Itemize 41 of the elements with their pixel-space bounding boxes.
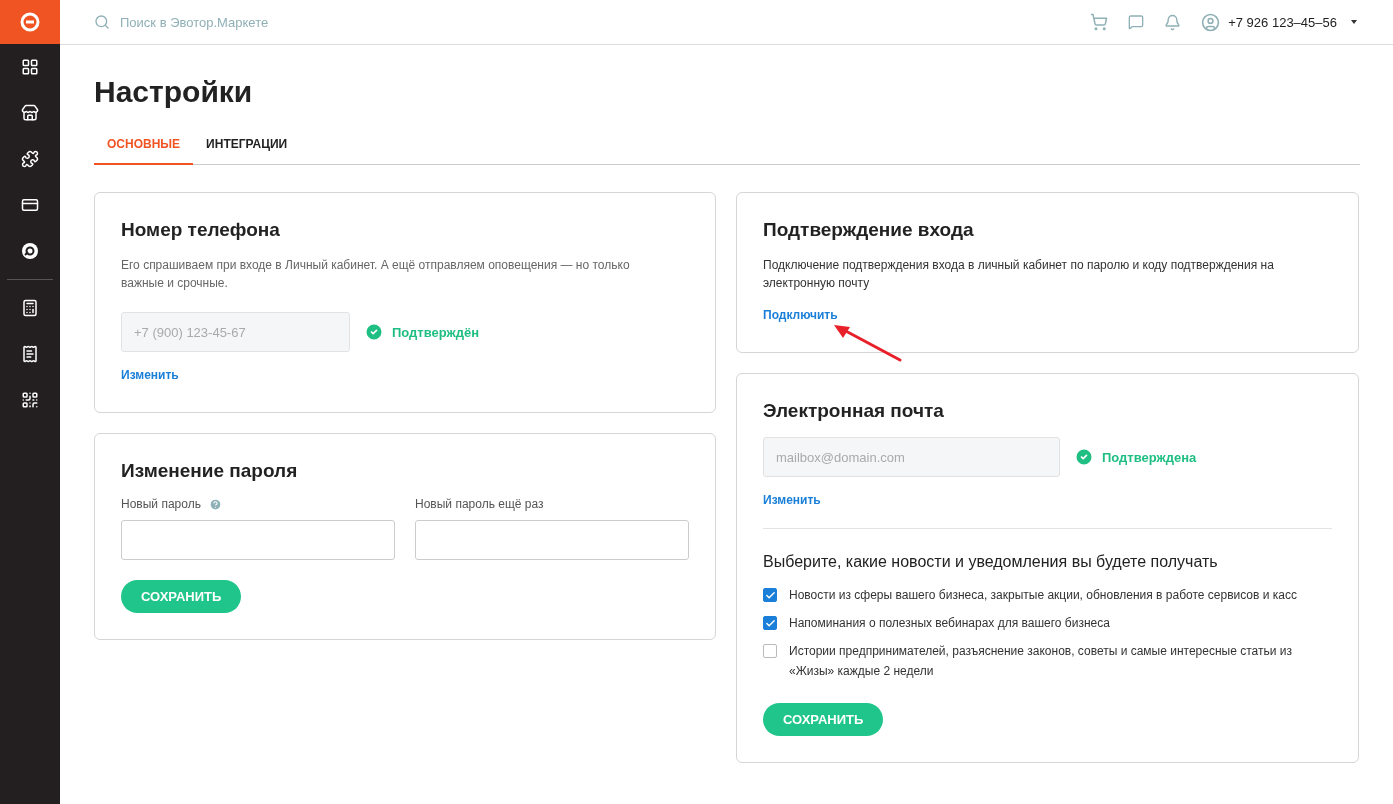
- change-link[interactable]: Изменить: [121, 368, 179, 382]
- check-circle-icon: [364, 322, 384, 342]
- verified-status: Подтверждена: [1074, 447, 1197, 467]
- tab[interactable]: ИНТЕГРАЦИИ: [193, 137, 301, 165]
- subscriptions-title: Выберите, какие новости и уведомления вы будете получать: [763, 553, 1219, 571]
- card-title: Изменение пароля: [121, 460, 299, 482]
- tab[interactable]: ОСНОВНЫЕ: [94, 137, 194, 165]
- arrow-annotation: [832, 324, 904, 364]
- check-circle-icon: [1074, 447, 1094, 467]
- checkbox-label: Новости из сферы вашего бизнеса, закрытые акции, обновления в работе сервисов и касс: [789, 587, 1297, 604]
- field-label: Новый пароль: [121, 497, 201, 511]
- save-button[interactable]: СОХРАНИТЬ: [121, 580, 242, 613]
- card-title: Номер телефона: [121, 219, 281, 241]
- checkbox[interactable]: [763, 616, 777, 630]
- field-label: Новый пароль ещё раз: [415, 497, 544, 511]
- checkbox[interactable]: [763, 644, 777, 658]
- email-field[interactable]: mailbox@domain.com: [763, 437, 1060, 477]
- checkbox-label: Напоминания о полезных вебинарах для вашего бизнеса: [789, 615, 1110, 632]
- page-title: Настройки: [94, 75, 254, 109]
- search-icon: [94, 14, 110, 30]
- help-icon[interactable]: [208, 497, 222, 511]
- card-description: Подключение подтверждения входа в личный кабинет по паролю и коду подтверждения на электронную почту: [763, 257, 1275, 292]
- logo-icon[interactable]: [0, 0, 60, 44]
- user-avatar-icon[interactable]: [1201, 12, 1221, 32]
- save-button[interactable]: СОХРАНИТЬ: [763, 703, 884, 736]
- password-field[interactable]: [121, 520, 395, 560]
- change-link[interactable]: Изменить: [763, 493, 821, 507]
- card-title: Подтверждение входа: [763, 219, 975, 241]
- chat-icon[interactable]: [1128, 14, 1145, 30]
- cart-icon[interactable]: [1090, 13, 1109, 31]
- checkbox-label: Истории предпринимателей, разъяснение законов, советы и самые интересные статьи из «Жизы» каждые 2 недели: [789, 643, 1293, 680]
- card-title: Электронная почта: [763, 400, 945, 422]
- caret-icon[interactable]: [1351, 20, 1357, 24]
- verified-status: Подтверждён: [364, 322, 480, 342]
- checkbox[interactable]: [763, 588, 777, 602]
- user-phone[interactable]: +7 926 123–45–56: [1228, 14, 1337, 30]
- connect-link[interactable]: Подключить: [763, 308, 838, 322]
- password-field[interactable]: [415, 520, 689, 560]
- phone-field[interactable]: +7 (900) 123-45-67: [121, 312, 350, 352]
- notification-icon[interactable]: [1164, 13, 1182, 31]
- card-description: Его спрашиваем при входе в Личный кабинет. А ещё отправляем оповещения — но только важные и срочные.: [121, 257, 631, 292]
